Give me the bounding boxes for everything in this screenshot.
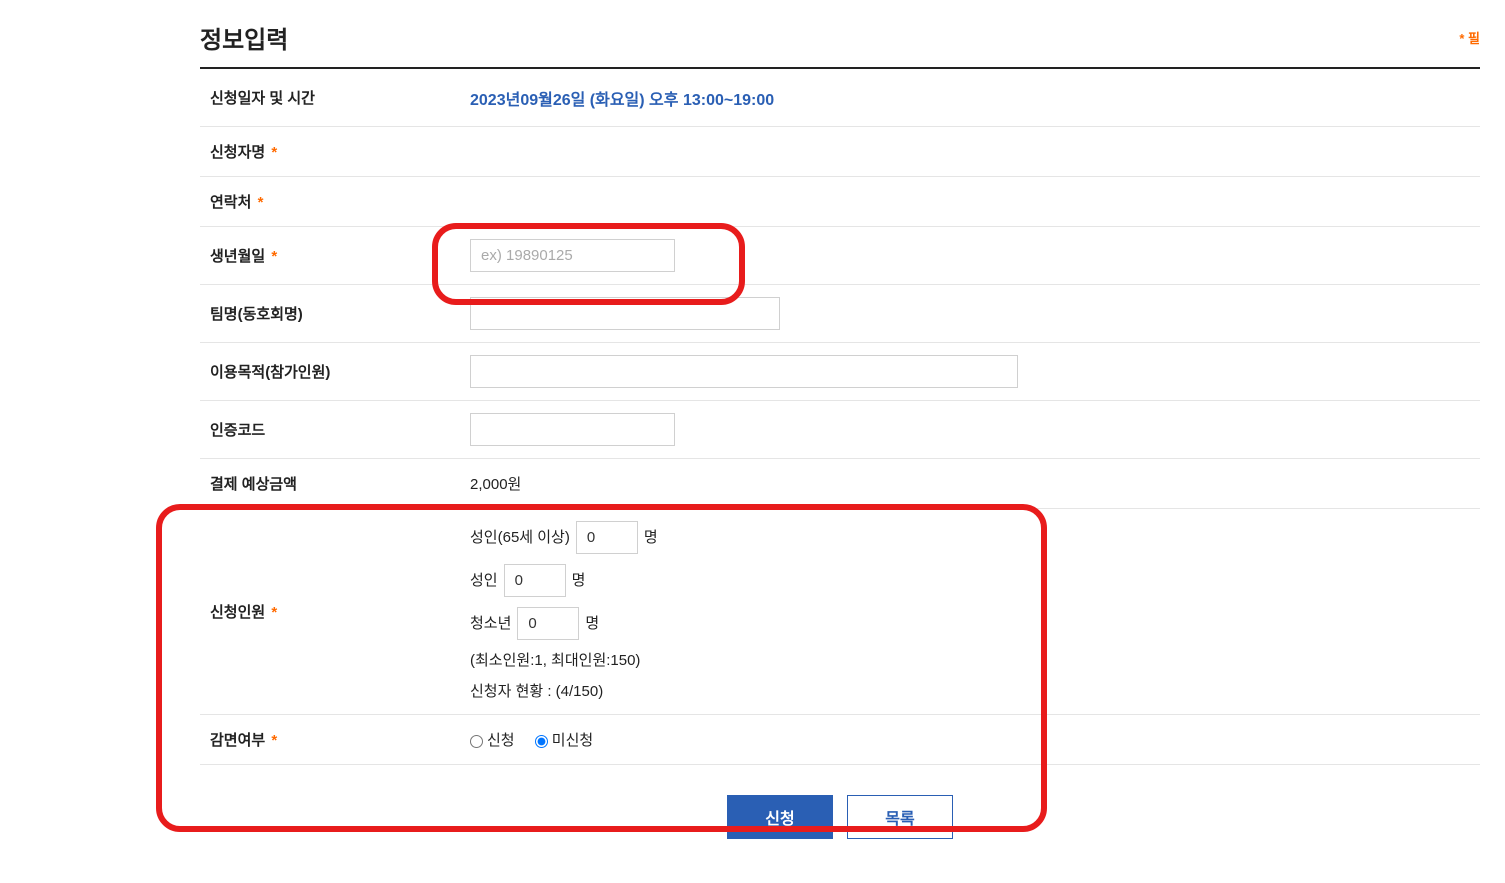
dob-input[interactable] (470, 239, 675, 272)
amount-value: 2,000원 (470, 473, 1470, 494)
button-row: 신청 목록 (200, 795, 1480, 839)
exempt-notapply-label[interactable]: 미신청 (535, 732, 593, 749)
senior-unit: 명 (644, 527, 658, 548)
personnel-limits: (최소인원:1, 최대인원:150) (470, 650, 1470, 671)
dob-label: 생년월일 * (210, 245, 470, 266)
required-note: * 필 (1459, 28, 1480, 47)
purpose-input[interactable] (470, 355, 1018, 388)
exempt-apply-radio[interactable] (470, 735, 483, 748)
row-exempt: 감면여부 * 신청 미신청 (200, 715, 1480, 765)
senior-label: 성인(65세 이상) (470, 527, 570, 548)
exempt-notapply-radio[interactable] (535, 735, 548, 748)
contact-label: 연락처 * (210, 191, 470, 212)
youth-unit: 명 (585, 613, 599, 634)
adult-label: 성인 (470, 570, 498, 591)
youth-label: 청소년 (470, 613, 511, 634)
list-button[interactable]: 목록 (847, 795, 953, 839)
exempt-label: 감면여부 * (210, 729, 470, 750)
team-label: 팀명(동호회명) (210, 303, 470, 324)
applicant-label: 신청자명 * (210, 141, 470, 162)
date-label: 신청일자 및 시간 (210, 87, 470, 108)
adult-unit: 명 (572, 570, 586, 591)
row-contact: 연락처 * (200, 177, 1480, 227)
personnel-status: 신청자 현황 : (4/150) (470, 681, 1470, 702)
submit-button[interactable]: 신청 (727, 795, 833, 839)
row-date: 신청일자 및 시간 2023년09월26일 (화요일) 오후 13:00~19:… (200, 69, 1480, 127)
form-container: 정보입력 * 필 신청일자 및 시간 2023년09월26일 (화요일) 오후 … (200, 20, 1480, 839)
code-label: 인증코드 (210, 419, 470, 440)
row-applicant: 신청자명 * (200, 127, 1480, 177)
youth-input[interactable] (517, 607, 579, 640)
adult-input[interactable] (504, 564, 566, 597)
row-purpose: 이용목적(참가인원) (200, 343, 1480, 401)
amount-label: 결제 예상금액 (210, 473, 470, 494)
senior-input[interactable] (576, 521, 638, 554)
row-personnel: 신청인원 * 성인(65세 이상) 명 성인 명 청소년 명 (최소인원:1, … (200, 509, 1480, 715)
row-dob: 생년월일 * (200, 227, 1480, 285)
purpose-label: 이용목적(참가인원) (210, 361, 470, 382)
row-amount: 결제 예상금액 2,000원 (200, 459, 1480, 509)
team-input[interactable] (470, 297, 780, 330)
row-code: 인증코드 (200, 401, 1480, 459)
row-team: 팀명(동호회명) (200, 285, 1480, 343)
code-input[interactable] (470, 413, 675, 446)
page-title: 정보입력 (200, 20, 288, 55)
personnel-label: 신청인원 * (210, 601, 470, 622)
date-value: 2023년09월26일 (화요일) 오후 13:00~19:00 (470, 86, 1470, 110)
exempt-apply-label[interactable]: 신청 (470, 732, 515, 749)
